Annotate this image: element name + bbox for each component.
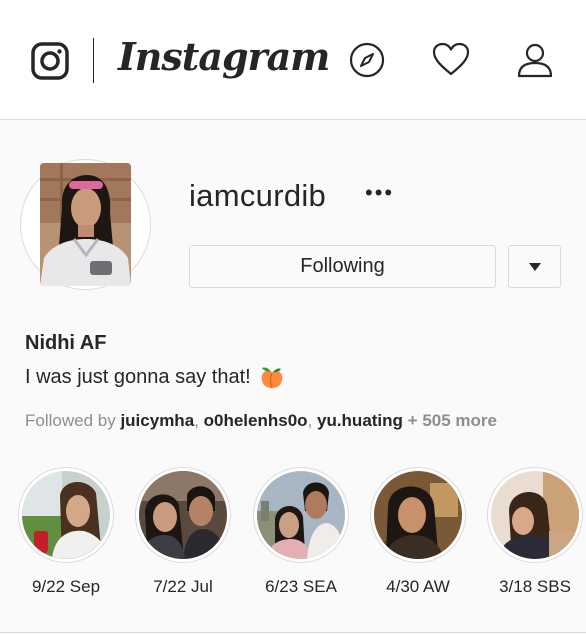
profile-username: iamcurdib [189,178,327,213]
highlight-cover [257,471,345,559]
followed-by-account[interactable]: yu.huating [317,411,403,430]
heart-icon[interactable] [432,41,470,79]
highlight-label: 6/23 SEA [265,577,337,596]
followed-by-account[interactable]: juicymha [120,411,194,430]
suggested-accounts-dropdown-button[interactable] [508,245,561,288]
profile-bio: I was just gonna say that! [25,364,285,390]
highlight-label: 9/22 Sep [31,577,101,596]
profile-full-name: Nidhi AF [25,332,107,354]
highlight-cover [139,471,227,559]
more-options-icon[interactable]: ••• [365,182,395,204]
highlight-cover [22,471,110,559]
section-divider [0,632,586,633]
highlight-cover [491,471,579,559]
caret-down-icon [528,262,541,271]
logo-divider [93,38,94,83]
followed-by-more-link[interactable]: + 505 more [408,411,497,430]
highlight-cover [374,471,462,559]
compass-icon[interactable] [348,41,386,79]
user-icon[interactable] [516,41,554,79]
instagram-glyph-icon[interactable] [31,42,69,80]
followed-by-account[interactable]: o0helenhs0o [204,411,308,430]
highlight-label: 4/30 AW [386,577,450,596]
peach-emoji-icon [261,367,282,389]
followed-by-line: Followed by juicymha, o0helenhs0o, yu.hu… [25,411,497,430]
top-navigation-bar: Instagram [0,0,586,120]
following-button[interactable]: Following [189,245,496,288]
profile-avatar[interactable] [40,163,131,286]
highlight-label: 7/22 Jul [153,577,213,596]
highlight-label: 3/18 SBS [499,577,571,596]
bio-text: I was just gonna say that! [25,365,251,388]
followed-by-prefix: Followed by [25,411,116,430]
instagram-wordmark[interactable]: Instagram [118,34,330,79]
